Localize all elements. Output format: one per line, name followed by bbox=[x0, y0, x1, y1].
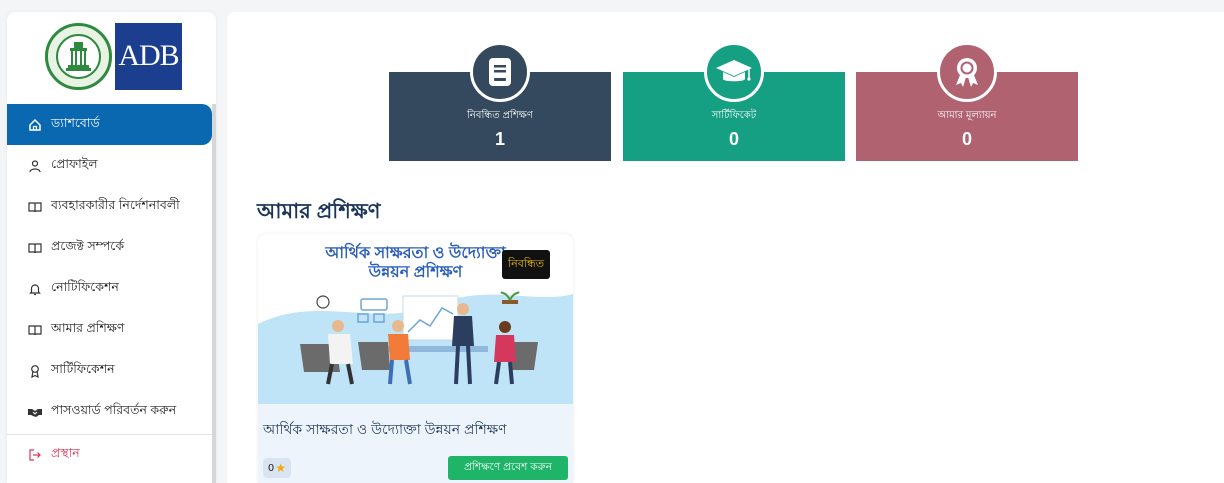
star-icon: ★ bbox=[275, 461, 287, 475]
sidebar-item-label: ড্যাশবোর্ড bbox=[51, 115, 100, 130]
rating-value: 0 bbox=[267, 462, 275, 474]
course-thumbnail[interactable]: আর্থিক সাক্ষরতা ও উদ্যোক্তা উন্নয়ন প্রশ… bbox=[258, 234, 573, 404]
sidebar-item-logout[interactable]: প্রস্থান bbox=[7, 434, 212, 475]
course-card[interactable]: আর্থিক সাক্ষরতা ও উদ্যোক্তা উন্নয়ন প্রশ… bbox=[258, 234, 573, 483]
stat-card-certificate[interactable]: সার্টিফিকেট 0 bbox=[623, 42, 845, 161]
stat-card-my-evaluation[interactable]: আমার মূল্যায়ন 0 bbox=[856, 42, 1078, 161]
sidebar-item-label: ব্যবহারকারীর নির্দেশনাবলী bbox=[51, 197, 180, 212]
rosette-icon bbox=[937, 42, 997, 102]
book-icon bbox=[27, 322, 43, 338]
sidebar-item-label: প্রজেক্ট সম্পর্কে bbox=[51, 238, 125, 253]
sidebar-item-label: নোটিফিকেশন bbox=[51, 279, 119, 294]
stat-value: 0 bbox=[728, 129, 739, 149]
sidebar-item-change-password[interactable]: পাসওয়ার্ড পরিবর্তন করুন bbox=[7, 391, 212, 432]
sidebar-nav: ড্যাশবোর্ড প্রোফাইল ব্যবহারকারীর নির্দেশ… bbox=[7, 104, 212, 475]
home-icon bbox=[27, 117, 43, 133]
main-content: নিবন্ধিত প্রশিক্ষণ 1 সার্টিফিকেট 0 আমার … bbox=[227, 12, 1224, 483]
enter-training-button[interactable]: প্রশিক্ষণে প্রবেশ করুন bbox=[448, 456, 568, 480]
sidebar-item-my-training[interactable]: আমার প্রশিক্ষণ bbox=[7, 309, 212, 350]
book-icon bbox=[27, 199, 43, 215]
sidebar-item-label: পাসওয়ার্ড পরিবর্তন করুন bbox=[51, 402, 177, 417]
stat-label: সার্টিফিকেট bbox=[711, 110, 757, 121]
stat-label: আমার মূল্যায়ন bbox=[937, 110, 997, 121]
stat-card-registered-training[interactable]: নিবন্ধিত প্রশিক্ষণ 1 bbox=[389, 42, 611, 161]
rating-badge: 0 ★ bbox=[263, 458, 291, 478]
logo-group: ADB bbox=[45, 22, 182, 90]
bell-icon bbox=[27, 281, 43, 297]
handshake-icon bbox=[27, 404, 43, 420]
sidebar-item-notifications[interactable]: নোটিফিকেশন bbox=[7, 268, 212, 309]
sidebar-item-profile[interactable]: প্রোফাইল bbox=[7, 145, 212, 186]
sidebar-item-label: সার্টিফিকেশন bbox=[51, 361, 115, 376]
stat-value: 0 bbox=[961, 129, 972, 149]
registered-badge: নিবন্ধিত bbox=[502, 250, 550, 279]
sidebar-item-dashboard[interactable]: ড্যাশবোর্ড bbox=[7, 104, 212, 145]
document-icon bbox=[470, 42, 530, 102]
graduation-cap-icon bbox=[704, 42, 764, 102]
logout-label: প্রস্থান bbox=[51, 446, 80, 460]
adb-logo: ADB bbox=[115, 22, 182, 90]
bank-building-icon bbox=[66, 41, 91, 71]
stat-label: নিবন্ধিত প্রশিক্ষণ bbox=[467, 110, 533, 121]
logout-icon bbox=[27, 447, 43, 463]
user-icon bbox=[27, 158, 43, 174]
sidebar-item-user-guide[interactable]: ব্যবহারকারীর নির্দেশনাবলী bbox=[7, 186, 212, 227]
bangladesh-bank-logo bbox=[45, 22, 112, 90]
sidebar-scrollbar[interactable] bbox=[212, 104, 216, 483]
sidebar-item-label: প্রোফাইল bbox=[51, 156, 98, 171]
award-icon bbox=[27, 363, 43, 379]
sidebar-item-certification[interactable]: সার্টিফিকেশন bbox=[7, 350, 212, 391]
book-icon bbox=[27, 240, 43, 256]
section-title: আমার প্রশিক্ষণ bbox=[257, 200, 381, 223]
sidebar-item-label: আমার প্রশিক্ষণ bbox=[51, 320, 125, 335]
sidebar: ADB ড্যাশবোর্ড প্রোফাইল ব্যবহারকারীর নির… bbox=[7, 12, 216, 483]
sidebar-item-about-project[interactable]: প্রজেক্ট সম্পর্কে bbox=[7, 227, 212, 268]
stat-value: 1 bbox=[494, 129, 505, 149]
course-title[interactable]: আর্থিক সাক্ষরতা ও উদ্যোক্তা উন্নয়ন প্রশ… bbox=[263, 418, 507, 442]
